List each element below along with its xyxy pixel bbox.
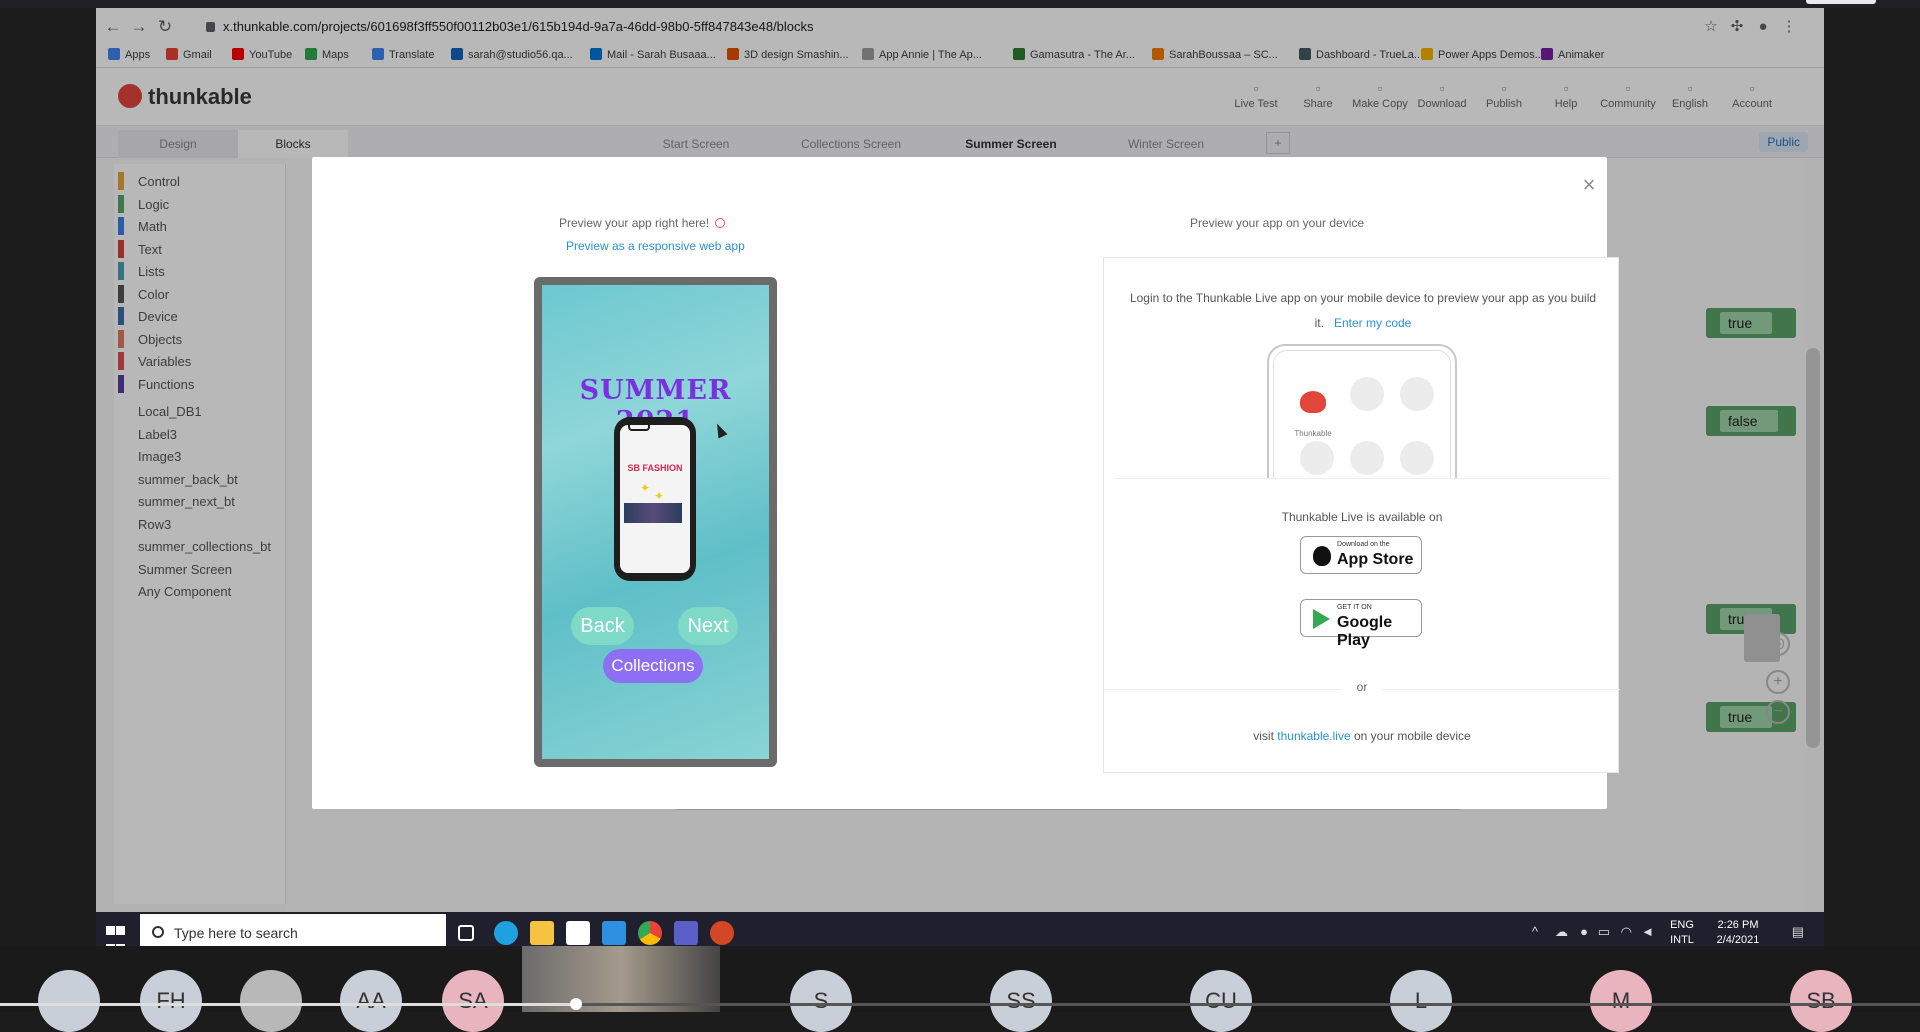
product-phone-image: SB FASHION ✦ ✦ [614, 417, 696, 581]
next-button[interactable]: Next [678, 607, 738, 645]
responsive-web-app-link[interactable]: Preview as a responsive web app [566, 239, 745, 253]
login-instructions: Login to the Thunkable Live app on your … [1128, 286, 1598, 336]
close-icon[interactable]: × [1577, 173, 1601, 197]
skyline-image [624, 503, 682, 523]
enter-code-link[interactable]: Enter my code [1334, 316, 1411, 330]
app-placeholder [1400, 377, 1434, 411]
device-illustration: Thunkable [1267, 344, 1457, 478]
participant-avatar[interactable]: SA [442, 970, 504, 1032]
app-placeholder [1300, 441, 1334, 475]
chevron-up-icon[interactable]: ^ [1532, 924, 1538, 939]
phone-preview: SUMMER 2021 SB FASHION ✦ ✦ Back Next Col… [534, 277, 777, 767]
search-placeholder: Type here to search [174, 925, 298, 941]
wifi-icon[interactable]: ◠ [1621, 924, 1632, 940]
camera-icon [628, 425, 650, 431]
lang-code: ENG [1670, 919, 1694, 931]
participant-avatar[interactable] [240, 970, 302, 1032]
language-indicator[interactable]: ENG INTL [1664, 918, 1700, 946]
participant-avatar[interactable]: SS [990, 970, 1052, 1032]
task-view-icon[interactable] [458, 925, 474, 941]
lang-region: INTL [1670, 934, 1694, 946]
chrome-icon[interactable] [638, 921, 662, 945]
file-explorer-icon[interactable] [530, 921, 554, 945]
participant-avatar[interactable] [38, 970, 100, 1032]
app-store-small-text: Download on the [1337, 541, 1390, 548]
web-preview-title: Preview your app right here! [559, 216, 710, 230]
windows-start-icon[interactable] [106, 923, 126, 946]
info-icon[interactable] [715, 218, 726, 228]
edge-icon[interactable] [494, 921, 518, 945]
meeting-progress-fill [0, 1003, 576, 1006]
preview-modal: × Preview your app right here! Preview a… [312, 157, 1620, 809]
google-play-icon [1313, 609, 1330, 629]
sparkle-icon: ✦ [654, 489, 665, 503]
app-placeholder [1350, 441, 1384, 475]
thunkable-live-link[interactable]: thunkable.live [1277, 729, 1350, 743]
back-button[interactable]: Back [571, 607, 634, 645]
visit-instructions: visit thunkable.live on your mobile devi… [1104, 729, 1620, 743]
meeting-progress-knob[interactable] [570, 998, 582, 1010]
participant-avatar[interactable]: S [790, 970, 852, 1032]
phone-preview-screen[interactable]: SUMMER 2021 SB FASHION ✦ ✦ Back Next Col… [542, 285, 769, 759]
teams-icon[interactable] [674, 921, 698, 945]
mail-icon[interactable] [602, 921, 626, 945]
google-play-small-text: GET IT ON [1337, 604, 1372, 611]
thunkable-app-icon [1296, 387, 1330, 421]
volume-icon[interactable]: ◄ [1641, 924, 1654, 939]
windows-taskbar: Type here to search ^ ☁ ● ▭ ◠ ◄ ENG INTL … [96, 912, 1824, 946]
participant-avatar[interactable]: FH [140, 970, 202, 1032]
battery-icon[interactable]: ▭ [1598, 924, 1610, 940]
thunkable-app-label: Thunkable [1294, 429, 1332, 438]
active-tab-edge[interactable] [1806, 0, 1876, 4]
powerpoint-icon[interactable] [710, 921, 734, 945]
participant-avatar[interactable]: SB [1790, 970, 1852, 1032]
available-on-text: Thunkable Live is available on [1281, 510, 1443, 524]
notification-icon[interactable]: ▤ [1792, 924, 1804, 940]
app-store-label: App Store [1337, 551, 1414, 568]
clock-time: 2:26 PM [1717, 919, 1759, 931]
participant-avatar[interactable]: L [1390, 970, 1452, 1032]
browser-tab-strip [0, 0, 1920, 8]
web-preview-header: Preview your app right here! [559, 216, 726, 230]
app-placeholder [1350, 377, 1384, 411]
product-brand-text: SB FASHION [627, 463, 683, 473]
mic-icon[interactable]: ● [1580, 924, 1588, 939]
taskbar-search[interactable]: Type here to search [140, 914, 446, 946]
apple-icon [1313, 546, 1331, 566]
meeting-progress-bar[interactable] [0, 998, 1920, 1010]
shared-screen: ← → ↻ x.thunkable.com/projects/601698f3f… [96, 8, 1824, 946]
visit-prefix: visit [1253, 729, 1274, 743]
search-icon [152, 926, 164, 938]
store-icon[interactable] [566, 921, 590, 945]
sparkle-icon: ✦ [640, 481, 651, 495]
visit-suffix: on your mobile device [1354, 729, 1471, 743]
device-preview-card: Login to the Thunkable Live app on your … [1103, 257, 1620, 773]
clock-date: 2/4/2021 [1716, 934, 1760, 946]
or-separator: or [1342, 680, 1382, 694]
app-placeholder [1400, 441, 1434, 475]
participant-avatar[interactable]: AA [340, 970, 402, 1032]
participant-avatar[interactable]: M [1590, 970, 1652, 1032]
participant-avatar[interactable]: CU [1190, 970, 1252, 1032]
divider [1114, 478, 1610, 479]
clock[interactable]: 2:26 PM 2/4/2021 [1708, 918, 1768, 946]
cloud-icon[interactable]: ☁ [1555, 924, 1568, 940]
google-play-label: Google Play [1337, 614, 1393, 649]
collections-button[interactable]: Collections [603, 649, 703, 683]
google-play-button[interactable]: GET IT ON Google Play [1300, 599, 1422, 649]
app-store-button[interactable]: Download on the App Store [1300, 536, 1422, 574]
device-preview-header: Preview your app on your device [1189, 216, 1365, 230]
